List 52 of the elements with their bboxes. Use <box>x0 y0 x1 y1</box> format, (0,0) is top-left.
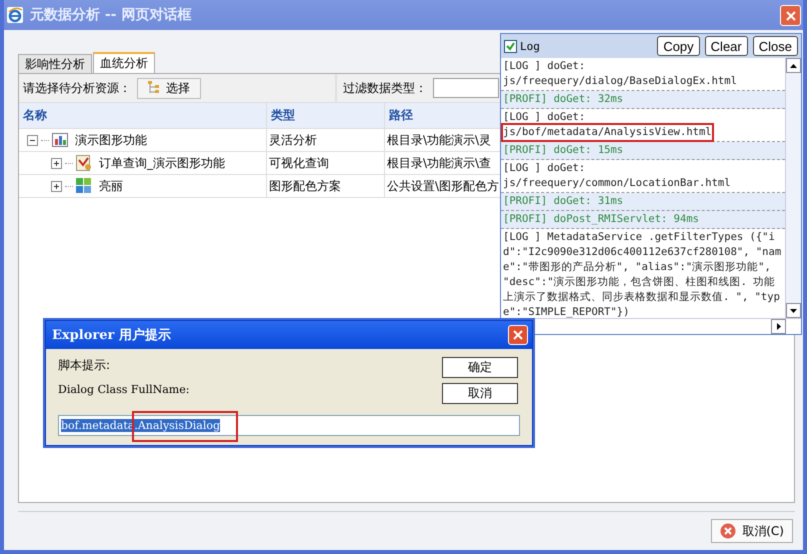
collapse-toggle[interactable] <box>27 134 38 146</box>
expand-toggle[interactable] <box>51 180 62 192</box>
plus-icon <box>53 160 60 166</box>
resource-label: 请选择待分析资源： <box>23 80 131 96</box>
bar-chart-icon <box>52 133 68 147</box>
checkbox-label: Log <box>520 40 540 52</box>
log-line: js/freequery/common/LocationBar.html <box>503 176 732 191</box>
tree-item[interactable]: 订单查询_演示图形功能 <box>19 152 267 175</box>
table-cell: 图形配色方案 <box>267 175 385 198</box>
browser-icon <box>6 6 24 24</box>
filter-field[interactable] <box>433 78 499 98</box>
plus-icon <box>53 182 60 190</box>
window-title: 元数据分析 -- 网页对话框 <box>30 6 192 24</box>
column-header: 名称 <box>19 103 267 129</box>
close-icon <box>784 10 796 22</box>
color-grid-icon <box>76 178 92 194</box>
vertical-scrollbar[interactable] <box>785 58 801 318</box>
log-checkbox[interactable] <box>504 40 517 52</box>
arrow-right-icon[interactable] <box>776 323 780 330</box>
cancel-button[interactable]: 取消(C) <box>711 519 793 543</box>
select-button[interactable]: 选择 <box>137 78 201 98</box>
close-button[interactable] <box>780 5 801 26</box>
log-button[interactable]: Clear <box>704 36 748 56</box>
arrow-down-icon[interactable] <box>790 308 797 312</box>
log-line: js/freequery/dialog/BaseDialogEx.html <box>503 74 738 89</box>
table-cell: 灵活分析 <box>267 129 385 152</box>
query-icon <box>76 155 92 171</box>
close-icon <box>512 329 524 341</box>
log-line: [PROFI] doPost_RMIServlet: 94ms <box>503 212 700 227</box>
field-label: Dialog Class FullName: <box>58 383 190 398</box>
cancel-button[interactable]: 取消 <box>442 383 518 404</box>
log-button[interactable]: Close <box>752 36 798 56</box>
close-button[interactable] <box>508 325 528 345</box>
log-line: [LOG ] doGet: <box>503 161 586 176</box>
arrow-up-icon[interactable] <box>790 64 797 68</box>
log-button[interactable]: Copy <box>657 36 700 56</box>
prompt-message: 脚本提示: <box>58 357 112 374</box>
filter-label: 过滤数据类型： <box>343 80 427 96</box>
cancel-icon <box>720 523 736 539</box>
ok-button[interactable]: 确定 <box>442 357 518 378</box>
expand-toggle[interactable] <box>51 158 62 168</box>
tree-icon <box>148 81 160 95</box>
log-line: [LOG ] MetadataService .getFilterTypes ({"id":"I2c9090e312d06c400112e637cf280108", "name":"带图形的产品分析", "alias":"演示图形功能", "desc":"演示图形功能，包含饼图、柱图和线图. 功能上演示了数据格式、同步表格数据和显示数值. ", "type":"SIMPLE_REPORT"}) <box>503 230 782 318</box>
tab[interactable]: 影响性分析 <box>18 54 92 73</box>
table-cell: 可视化查询 <box>267 152 385 175</box>
tree-item[interactable]: 演示图形功能 <box>19 129 267 152</box>
column-header: 类型 <box>267 103 385 129</box>
tree-item[interactable]: 亮丽 <box>19 175 267 198</box>
log-line: [LOG ] doGet: <box>503 110 586 125</box>
tab[interactable]: 血统分析 <box>93 52 155 73</box>
dialog-title: Explorer 用户提示 <box>52 326 171 344</box>
log-line: [LOG ] doGet: <box>503 59 586 74</box>
